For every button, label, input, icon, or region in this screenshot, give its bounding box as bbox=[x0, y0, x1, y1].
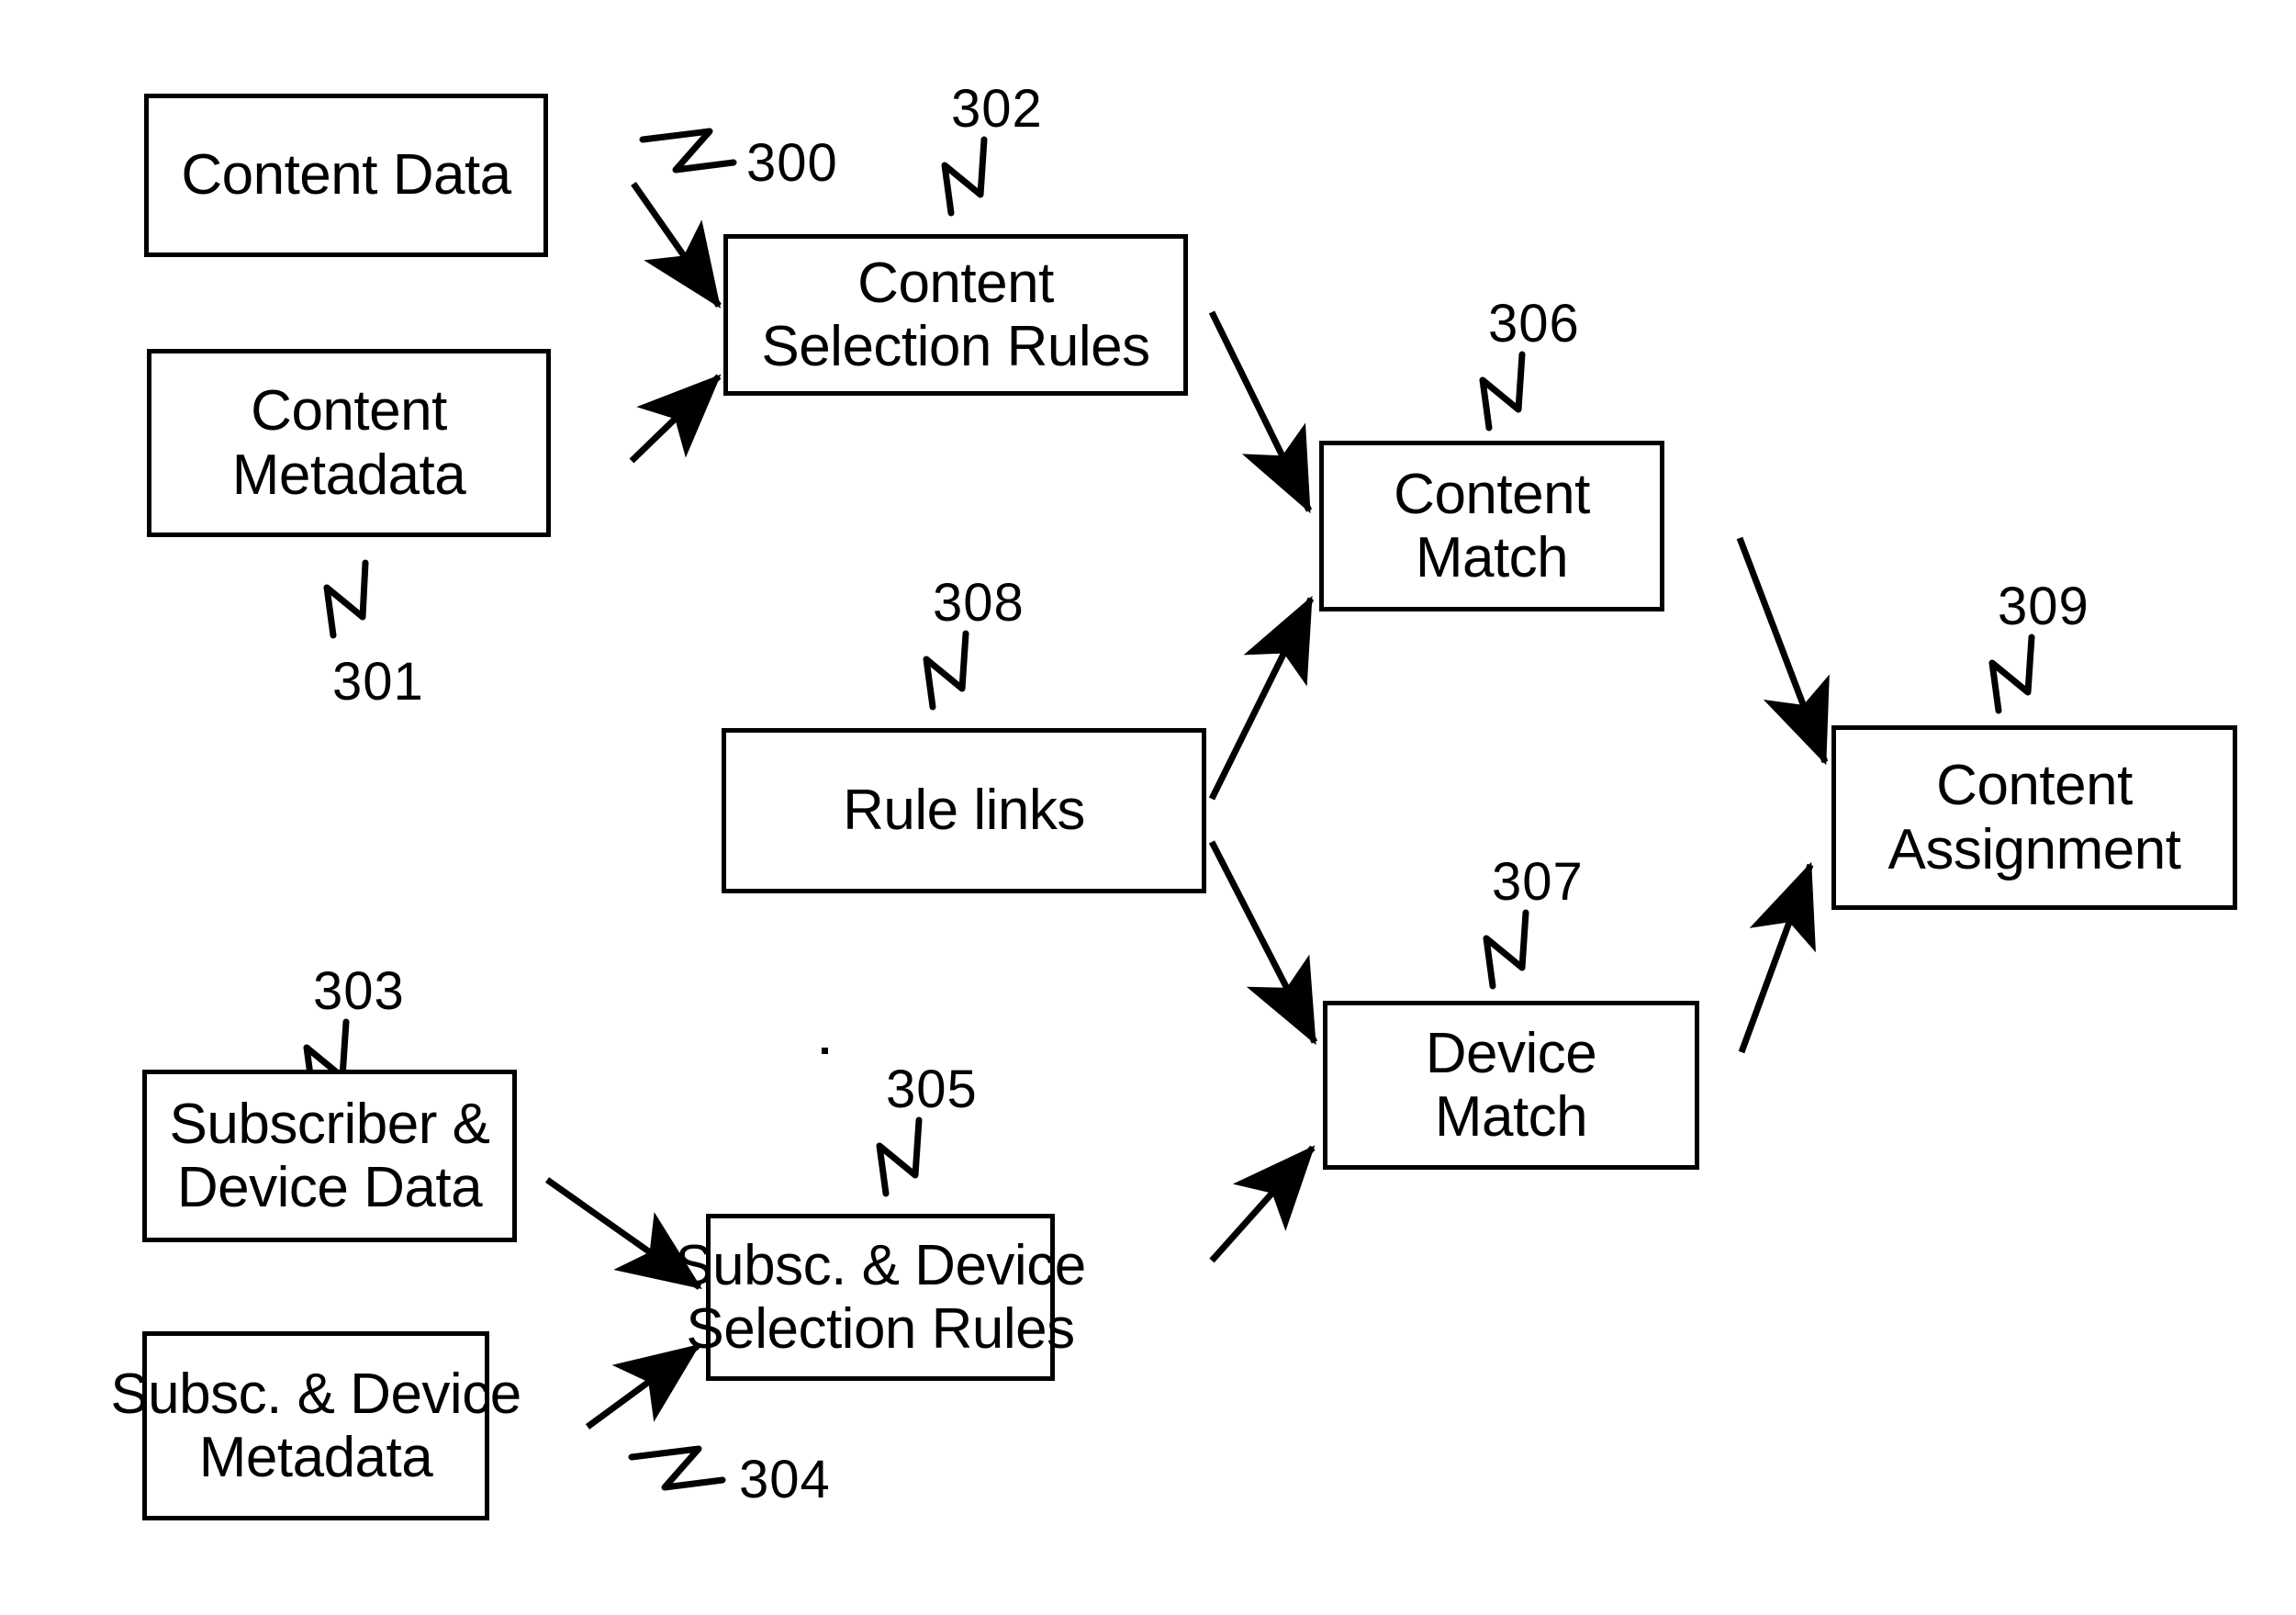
patent-figure: Content Data Content Metadata Content Se… bbox=[0, 0, 2296, 1615]
node-rule-links[interactable]: Rule links bbox=[722, 728, 1206, 893]
node-rule-links-line1: Rule links bbox=[843, 779, 1085, 843]
node-subsc-device-metadata-line1: Subsc. & Device bbox=[110, 1362, 521, 1426]
ref-309: 309 bbox=[1998, 577, 2089, 636]
node-device-match-line2: Match bbox=[1434, 1085, 1588, 1149]
node-content-assignment-line1: Content bbox=[1936, 754, 2133, 818]
node-subsc-device-rules[interactable]: Subsc. & Device Selection Rules bbox=[675, 1214, 1086, 1381]
node-content-selection-rules-line2: Selection Rules bbox=[761, 315, 1150, 378]
ref-308: 308 bbox=[933, 573, 1025, 633]
node-content-selection-rules-line1: Content bbox=[857, 251, 1054, 315]
node-subscriber-device-data-line1: Subscriber & bbox=[169, 1092, 490, 1156]
edge-device-match-to-assignment bbox=[1738, 861, 1816, 1054]
node-subscriber-device-data-line2: Device Data bbox=[176, 1156, 483, 1219]
edge-rules-to-content-match bbox=[1208, 310, 1313, 514]
node-content-metadata[interactable]: Content Metadata bbox=[147, 349, 551, 537]
leader-306 bbox=[1479, 351, 1526, 432]
ref-302: 302 bbox=[951, 79, 1043, 139]
node-subsc-device-rules-line2: Selection Rules bbox=[686, 1297, 1075, 1361]
node-content-metadata-line1: Content bbox=[251, 379, 447, 443]
ref-301: 301 bbox=[332, 652, 424, 712]
node-content-match-line2: Match bbox=[1415, 526, 1569, 589]
ref-300: 300 bbox=[746, 133, 838, 193]
ref-306: 306 bbox=[1488, 294, 1580, 353]
ref-304: 304 bbox=[739, 1450, 831, 1509]
leader-302 bbox=[941, 136, 988, 217]
leader-304 bbox=[628, 1445, 726, 1491]
edge-rule-links-to-content-match bbox=[1208, 595, 1315, 801]
node-content-data[interactable]: Content Data bbox=[144, 94, 548, 257]
ref-307: 307 bbox=[1492, 852, 1584, 912]
leader-305 bbox=[876, 1116, 923, 1197]
edge-content-metadata-to-rules bbox=[629, 374, 722, 464]
scan-speck bbox=[822, 1048, 828, 1054]
edge-rule-links-to-device-match bbox=[1208, 840, 1318, 1046]
node-content-match-line1: Content bbox=[1394, 462, 1590, 526]
node-content-selection-rules[interactable]: Content Selection Rules bbox=[723, 234, 1188, 396]
node-subsc-device-metadata-line2: Metadata bbox=[198, 1426, 433, 1489]
leader-308 bbox=[923, 630, 969, 711]
edge-subscriber-metadata-to-rules bbox=[585, 1343, 700, 1430]
node-device-match-line1: Device bbox=[1425, 1021, 1597, 1085]
ref-303: 303 bbox=[313, 961, 405, 1021]
leader-307 bbox=[1483, 909, 1529, 990]
node-device-match[interactable]: Device Match bbox=[1323, 1001, 1699, 1170]
leader-300 bbox=[639, 128, 737, 174]
edge-content-data-to-rules bbox=[631, 181, 722, 308]
leader-309 bbox=[1988, 634, 2035, 714]
node-content-assignment-line2: Assignment bbox=[1887, 817, 2181, 881]
edge-content-match-to-assignment bbox=[1736, 536, 1830, 766]
ref-305: 305 bbox=[886, 1060, 978, 1119]
node-subsc-device-rules-line1: Subsc. & Device bbox=[675, 1233, 1086, 1297]
node-subscriber-device-data[interactable]: Subscriber & Device Data bbox=[142, 1070, 517, 1242]
edge-subsc-rules-to-device-match bbox=[1209, 1145, 1316, 1263]
node-content-metadata-line2: Metadata bbox=[231, 443, 466, 507]
node-content-match[interactable]: Content Match bbox=[1319, 441, 1664, 611]
node-subsc-device-metadata[interactable]: Subsc. & Device Metadata bbox=[110, 1331, 521, 1520]
node-content-data-line1: Content Data bbox=[181, 143, 511, 207]
leader-301 bbox=[323, 559, 369, 639]
node-content-assignment[interactable]: Content Assignment bbox=[1831, 725, 2237, 910]
